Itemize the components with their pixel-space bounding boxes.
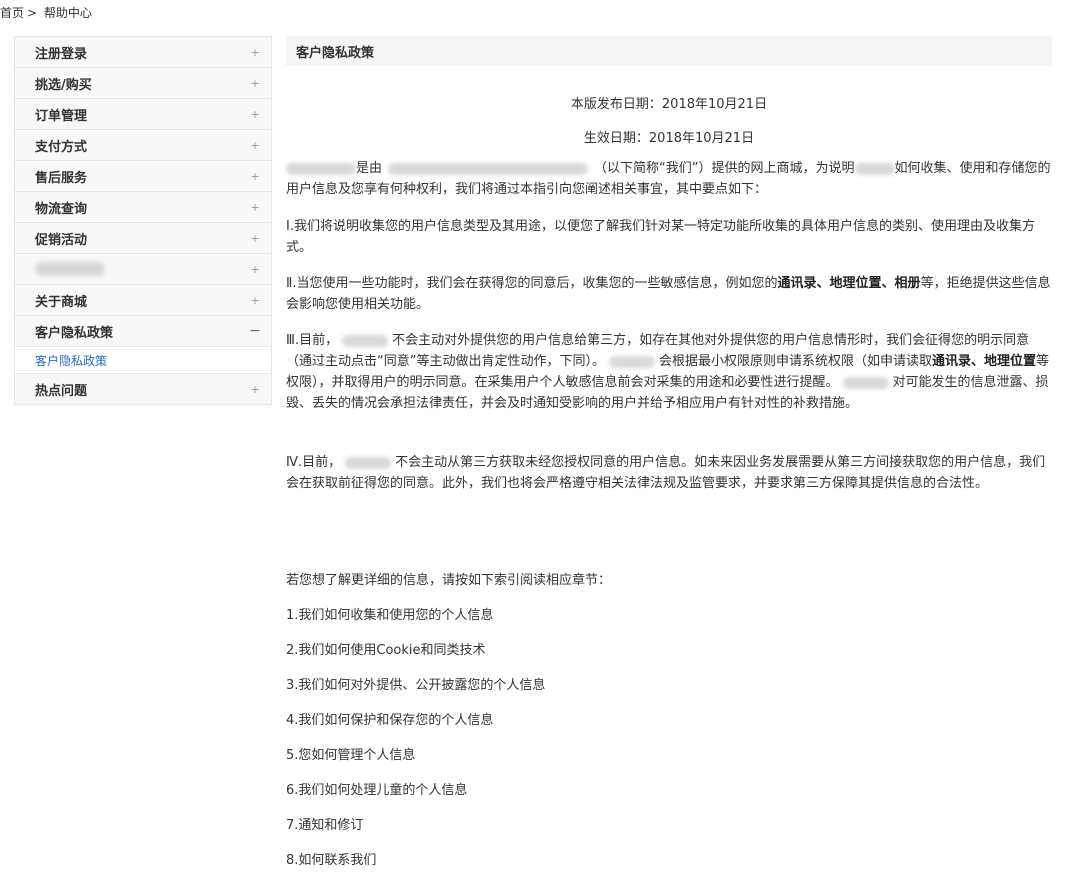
sidebar-item-label: 热点问题 xyxy=(35,383,88,399)
release-date: 本版发布日期：2018年10月21日 xyxy=(570,97,768,112)
page-title: 客户隐私政策 xyxy=(286,36,1052,66)
redacted-name xyxy=(342,334,389,347)
sidebar-item-register-login[interactable]: 注册登录 + xyxy=(15,37,271,68)
expand-plus-icon: + xyxy=(250,200,260,214)
expand-plus-icon: + xyxy=(250,45,260,59)
sidebar-item-label: 挑选/购买 xyxy=(35,77,92,93)
expand-plus-icon: + xyxy=(250,262,260,276)
sidebar-item-payment-methods[interactable]: 支付方式 + xyxy=(15,130,271,161)
expand-plus-icon: + xyxy=(250,169,260,183)
point-4-text-a: Ⅳ.目前， xyxy=(286,455,342,470)
sidebar-subitem-label: 客户隐私政策 xyxy=(35,353,108,368)
breadcrumb-current: 帮助中心 xyxy=(43,6,92,20)
point-2-bold: 通讯录、地理位置、相册 xyxy=(777,276,921,291)
expand-plus-icon: + xyxy=(250,382,260,396)
sidebar-item-logistics[interactable]: 物流查询 + xyxy=(15,192,271,223)
sidebar-item-promotions[interactable]: 促销活动 + xyxy=(15,223,271,254)
sidebar-item-label: 客户隐私政策 xyxy=(35,325,114,341)
sidebar-item-label: 注册登录 xyxy=(35,46,88,62)
collapse-minus-icon: − xyxy=(249,323,261,339)
effective-date: 生效日期：2018年10月21日 xyxy=(583,131,755,146)
intro-text-a: 是由 xyxy=(356,161,383,176)
toc-link-1[interactable]: 1.我们如何收集和使用您的个人信息 xyxy=(286,604,1052,623)
point-3-text-a: Ⅲ.目前， xyxy=(286,333,339,348)
toc-intro: 若您想了解更详细的信息，请按如下索引阅读相应章节： xyxy=(286,573,612,588)
intro-paragraph: 是由 （以下简称“我们”）提供的网上商城，为说明 如何收集、使用和存储您的用户信息及… xyxy=(286,158,1052,200)
point-1-paragraph: Ⅰ.我们将说明收集您的用户信息类型及其用途，以便您了解我们针对某一特定功能所收集… xyxy=(286,219,1035,255)
sidebar-item-label: 物流查询 xyxy=(35,201,88,217)
expand-plus-icon: + xyxy=(250,231,260,245)
toc-link-2[interactable]: 2.我们如何使用Cookie和同类技术 xyxy=(286,639,1052,658)
sidebar-item-hot-questions[interactable]: 热点问题 + xyxy=(15,374,271,405)
point-4-paragraph: Ⅳ.目前， 不会主动从第三方获取未经您授权同意的用户信息。如未来因业务发展需要从第… xyxy=(286,452,1052,494)
point-2-text-a: Ⅱ.当您使用一些功能时，我们会在获得您的同意后，收集您的一些敏感信息，例如您的 xyxy=(286,276,778,291)
sidebar-item-label: 售后服务 xyxy=(35,170,88,186)
expand-plus-icon: + xyxy=(250,293,260,307)
redacted-name xyxy=(854,162,895,175)
sidebar-item-redacted[interactable]: + xyxy=(15,254,271,285)
point-3-text-c: 会根据最小权限原则申请系统权限（如申请读取 xyxy=(658,354,932,369)
sidebar-subitem-privacy-policy[interactable]: 客户隐私政策 xyxy=(15,347,271,374)
sidebar-item-after-sales[interactable]: 售后服务 + xyxy=(15,161,271,192)
expand-plus-icon: + xyxy=(250,76,260,90)
redacted-label xyxy=(35,262,105,276)
redacted-name xyxy=(842,376,889,389)
sidebar-item-label: 订单管理 xyxy=(35,108,88,124)
toc-link-5[interactable]: 5.您如何管理个人信息 xyxy=(286,744,1052,763)
policy-content: 客户隐私政策 本版发布日期：2018年10月21日 生效日期：2018年10月2… xyxy=(286,36,1052,868)
point-4-text-b: 不会主动从第三方获取未经您授权同意的用户信息。如未来因业务发展需要从第三方间接获… xyxy=(286,455,1046,491)
redacted-name xyxy=(345,456,392,469)
toc-link-3[interactable]: 3.我们如何对外提供、公开披露您的个人信息 xyxy=(286,674,1052,693)
breadcrumb-separator: > xyxy=(27,6,38,20)
redacted-name xyxy=(608,355,655,368)
point-3-bold: 通讯录、地理位置 xyxy=(932,354,1037,369)
help-sidebar: 注册登录 + 挑选/购买 + 订单管理 + 支付方式 + 售后服务 + 物流查询… xyxy=(14,36,272,405)
intro-text-b: （以下简称“我们”）提供的网上商城，为说明 xyxy=(594,161,855,176)
redacted-company xyxy=(388,162,589,175)
sidebar-item-privacy-policy[interactable]: 客户隐私政策 − xyxy=(15,316,271,347)
sidebar-item-label: 支付方式 xyxy=(35,139,88,155)
expand-plus-icon: + xyxy=(250,138,260,152)
sidebar-item-label: 关于商城 xyxy=(35,294,88,310)
redacted-name xyxy=(286,162,356,175)
expand-plus-icon: + xyxy=(250,107,260,121)
sidebar-item-label: 促销活动 xyxy=(35,232,88,248)
toc-link-6[interactable]: 6.我们如何处理儿童的个人信息 xyxy=(286,779,1052,798)
point-3-paragraph: Ⅲ.目前， 不会主动对外提供您的用户信息给第三方，如存在其他对外提供您的用户信息情… xyxy=(286,330,1052,414)
sidebar-item-order-management[interactable]: 订单管理 + xyxy=(15,99,271,130)
point-2-paragraph: Ⅱ.当您使用一些功能时，我们会在获得您的同意后，收集您的一些敏感信息，例如您的通… xyxy=(286,273,1052,315)
sidebar-item-select-buy[interactable]: 挑选/购买 + xyxy=(15,68,271,99)
sidebar-item-about-mall[interactable]: 关于商城 + xyxy=(15,285,271,316)
toc-link-4[interactable]: 4.我们如何保护和保存您的个人信息 xyxy=(286,709,1052,728)
toc-link-7[interactable]: 7.通知和修订 xyxy=(286,814,1052,833)
breadcrumb-home-link[interactable]: 首页 xyxy=(0,6,24,20)
breadcrumb: 首页 > 帮助中心 xyxy=(0,4,95,21)
toc-link-8[interactable]: 8.如何联系我们 xyxy=(286,849,1052,868)
